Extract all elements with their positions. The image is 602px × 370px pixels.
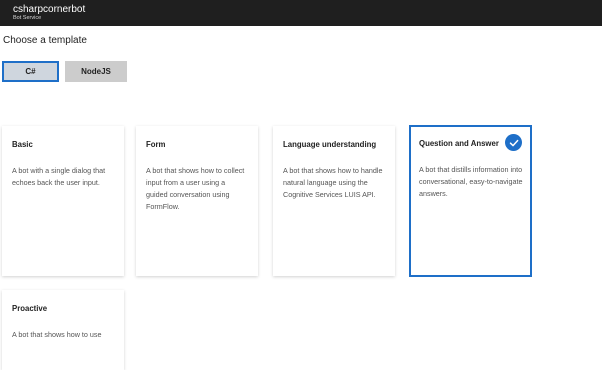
template-title: Basic — [12, 140, 33, 149]
language-tab-csharp[interactable]: C# — [2, 61, 59, 82]
template-card-basic[interactable]: Basic A bot with a single dialog that ec… — [2, 126, 124, 276]
template-card-form[interactable]: Form A bot that shows how to collect inp… — [136, 126, 258, 276]
top-bar: csharpcornerbot Bot Service — [0, 0, 602, 26]
template-description: A bot that shows how to use — [12, 330, 102, 339]
template-title: Question and Answer — [419, 139, 499, 148]
template-card-proactive[interactable]: Proactive A bot that shows how to use — [2, 290, 124, 370]
template-card-question-and-answer[interactable]: Question and Answer A bot that distills … — [409, 125, 532, 277]
template-card-language-understanding[interactable]: Language understanding A bot that shows … — [273, 126, 395, 276]
bot-service-label: Bot Service — [13, 15, 42, 21]
bot-name: csharpcornerbot — [13, 4, 86, 15]
template-description: A bot that shows how to handle natural l… — [283, 166, 383, 199]
language-tab-nodejs[interactable]: NodeJS — [65, 61, 127, 82]
section-title: Choose a template — [3, 35, 87, 46]
template-description: A bot that shows how to collect input fr… — [146, 166, 245, 211]
template-title: Proactive — [12, 304, 48, 313]
template-description: A bot that distills information into con… — [419, 165, 523, 198]
template-description: A bot with a single dialog that echoes b… — [12, 166, 106, 187]
checkmark-icon — [505, 134, 522, 151]
template-title: Form — [146, 140, 166, 149]
template-title: Language understanding — [283, 140, 377, 149]
